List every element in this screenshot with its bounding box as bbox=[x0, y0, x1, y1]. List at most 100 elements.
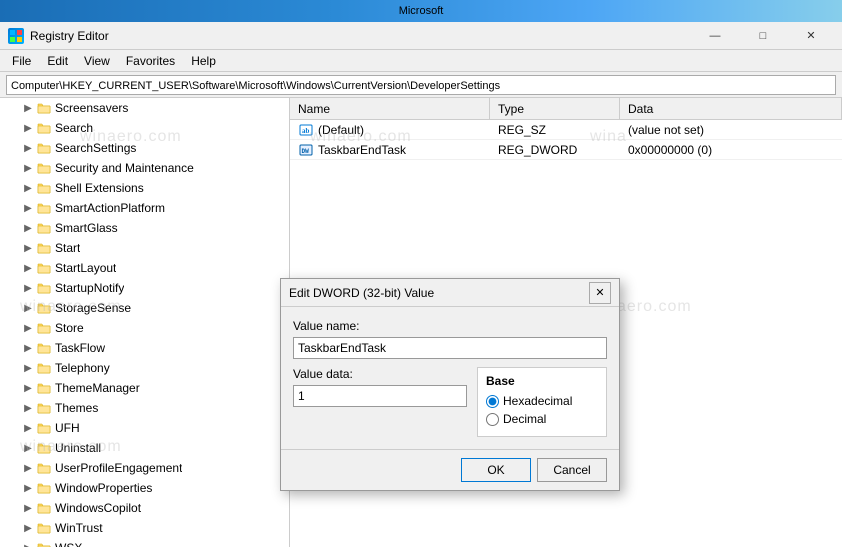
tree-item[interactable]: ▶ Search bbox=[0, 118, 289, 138]
folder-icon bbox=[36, 320, 52, 336]
reg-name-text: (Default) bbox=[318, 123, 364, 137]
tree-item[interactable]: ▶ StorageSense bbox=[0, 298, 289, 318]
maximize-button[interactable]: □ bbox=[740, 22, 786, 50]
tree-item[interactable]: ▶ WinTrust bbox=[0, 518, 289, 538]
tree-item[interactable]: ▶ Start bbox=[0, 238, 289, 258]
title-bar-left: Registry Editor bbox=[8, 28, 109, 44]
tree-item[interactable]: ▶ StartLayout bbox=[0, 258, 289, 278]
svg-text:DW: DW bbox=[302, 148, 310, 155]
reg-name-cell: ab (Default) bbox=[290, 122, 490, 138]
tree-item-label: WindowProperties bbox=[55, 481, 152, 495]
folder-icon bbox=[36, 380, 52, 396]
tree-item-label: UFH bbox=[55, 421, 80, 435]
tree-item-label: StartupNotify bbox=[55, 281, 124, 295]
menu-view[interactable]: View bbox=[76, 52, 118, 70]
window-title: Registry Editor bbox=[30, 29, 109, 43]
reg-name-cell: DW TaskbarEndTask bbox=[290, 142, 490, 158]
menu-edit[interactable]: Edit bbox=[39, 52, 76, 70]
title-bar: Registry Editor — □ ✕ bbox=[0, 22, 842, 50]
tree-item[interactable]: ▶ ThemeManager bbox=[0, 378, 289, 398]
tree-item[interactable]: ▶ SmartGlass bbox=[0, 218, 289, 238]
tree-item-label: WSX bbox=[55, 541, 82, 547]
value-data-input[interactable] bbox=[293, 385, 467, 407]
folder-icon bbox=[36, 480, 52, 496]
tree-item[interactable]: ▶ UFH bbox=[0, 418, 289, 438]
minimize-button[interactable]: — bbox=[692, 22, 738, 50]
close-button[interactable]: ✕ bbox=[788, 22, 834, 50]
col-header-data: Data bbox=[620, 98, 842, 119]
folder-icon bbox=[36, 440, 52, 456]
decimal-radio-row: Decimal bbox=[486, 412, 598, 426]
tree-item-label: Store bbox=[55, 321, 84, 335]
tree-item[interactable]: ▶ StartupNotify bbox=[0, 278, 289, 298]
reg-type-cell: REG_DWORD bbox=[490, 142, 620, 158]
hexadecimal-radio-row: Hexadecimal bbox=[486, 394, 598, 408]
folder-icon bbox=[36, 220, 52, 236]
tree-item-label: Start bbox=[55, 241, 80, 255]
reg-type-cell: REG_SZ bbox=[490, 122, 620, 138]
edit-dword-dialog: Edit DWORD (32-bit) Value ✕ Value name: … bbox=[280, 278, 620, 491]
tree-item-label: StartLayout bbox=[55, 261, 116, 275]
tree-item-label: ThemeManager bbox=[55, 381, 140, 395]
tree-item[interactable]: ▶ SmartActionPlatform bbox=[0, 198, 289, 218]
address-bar: Computer\HKEY_CURRENT_USER\Software\Micr… bbox=[0, 72, 842, 98]
dialog-buttons: OK Cancel bbox=[281, 449, 619, 490]
tree-item[interactable]: ▶ TaskFlow bbox=[0, 338, 289, 358]
content-area: winaero.com winaero.com wina winaero.com… bbox=[0, 98, 842, 547]
window-controls: — □ ✕ bbox=[692, 22, 834, 50]
folder-icon bbox=[36, 240, 52, 256]
folder-icon bbox=[36, 260, 52, 276]
menu-help[interactable]: Help bbox=[183, 52, 224, 70]
app-icon bbox=[8, 28, 24, 44]
tree-item-label: SmartGlass bbox=[55, 221, 118, 235]
cancel-button[interactable]: Cancel bbox=[537, 458, 607, 482]
tree-item[interactable]: ▶ SearchSettings bbox=[0, 138, 289, 158]
tree-item[interactable]: ▶ Telephony bbox=[0, 358, 289, 378]
folder-icon bbox=[36, 460, 52, 476]
decimal-radio[interactable] bbox=[486, 413, 499, 426]
menu-bar: File Edit View Favorites Help bbox=[0, 50, 842, 72]
hexadecimal-radio[interactable] bbox=[486, 395, 499, 408]
reg-name-text: TaskbarEndTask bbox=[318, 143, 406, 157]
tree-item-label: TaskFlow bbox=[55, 341, 105, 355]
reg-rows-container: ab (Default)REG_SZ(value not set) DW Tas… bbox=[290, 120, 842, 160]
tree-item-label: StorageSense bbox=[55, 301, 131, 315]
dialog-body: Value name: Value data: Base Hexadecimal bbox=[281, 307, 619, 445]
hexadecimal-label: Hexadecimal bbox=[503, 394, 572, 408]
dialog-close-button[interactable]: ✕ bbox=[589, 282, 611, 304]
tree-item[interactable]: ▶ Shell Extensions bbox=[0, 178, 289, 198]
dialog-title: Edit DWORD (32-bit) Value bbox=[289, 286, 434, 300]
tree-item[interactable]: ▶ WSX bbox=[0, 538, 289, 547]
table-row[interactable]: ab (Default)REG_SZ(value not set) bbox=[290, 120, 842, 140]
menu-file[interactable]: File bbox=[4, 52, 39, 70]
tree-item[interactable]: ▶ Uninstall bbox=[0, 438, 289, 458]
address-path[interactable]: Computer\HKEY_CURRENT_USER\Software\Micr… bbox=[6, 75, 836, 95]
folder-icon bbox=[36, 500, 52, 516]
folder-icon bbox=[36, 200, 52, 216]
value-name-input[interactable] bbox=[293, 337, 607, 359]
tree-item-label: Shell Extensions bbox=[55, 181, 144, 195]
ok-button[interactable]: OK bbox=[461, 458, 531, 482]
tree-item[interactable]: ▶ WindowProperties bbox=[0, 478, 289, 498]
folder-icon bbox=[36, 160, 52, 176]
registry-editor-window: Registry Editor — □ ✕ File Edit View Fav… bbox=[0, 22, 842, 547]
folder-icon bbox=[36, 280, 52, 296]
folder-icon bbox=[36, 140, 52, 156]
folder-icon bbox=[36, 400, 52, 416]
tree-item-label: WinTrust bbox=[55, 521, 103, 535]
dword-icon: DW bbox=[298, 144, 314, 156]
tree-item[interactable]: ▶ UserProfileEngagement bbox=[0, 458, 289, 478]
tree-item[interactable]: ▶ Themes bbox=[0, 398, 289, 418]
menu-favorites[interactable]: Favorites bbox=[118, 52, 183, 70]
table-row[interactable]: DW TaskbarEndTaskREG_DWORD0x00000000 (0) bbox=[290, 140, 842, 160]
tree-item[interactable]: ▶ Screensavers bbox=[0, 98, 289, 118]
tree-item[interactable]: ▶ WindowsCopilot bbox=[0, 498, 289, 518]
tree-item-label: WindowsCopilot bbox=[55, 501, 141, 515]
tree-item[interactable]: ▶ Security and Maintenance bbox=[0, 158, 289, 178]
tree-item-label: SmartActionPlatform bbox=[55, 201, 165, 215]
folder-icon bbox=[36, 420, 52, 436]
tree-item[interactable]: ▶ Store bbox=[0, 318, 289, 338]
tree-pane: ▶ Screensavers▶ Search▶ SearchSettings▶ … bbox=[0, 98, 290, 547]
tree-item-label: Screensavers bbox=[55, 101, 128, 115]
tree-item-label: Search bbox=[55, 121, 93, 135]
